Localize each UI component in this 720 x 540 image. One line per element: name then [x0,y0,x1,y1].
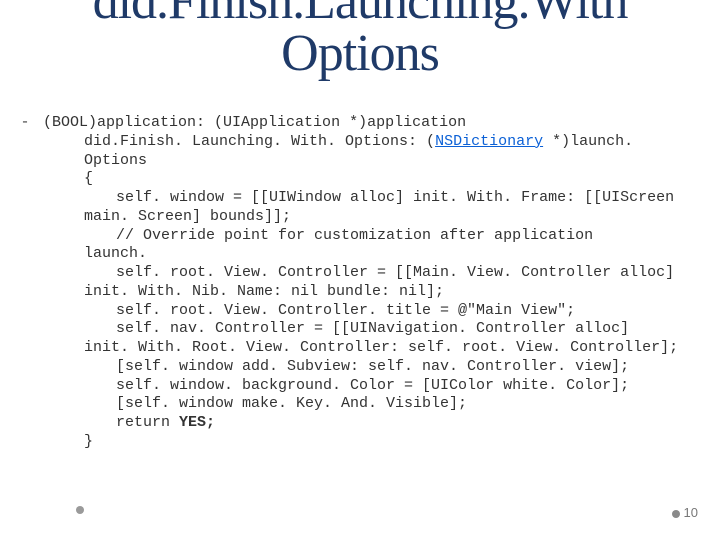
brace-open: { [16,170,680,189]
code-line-1b: main. Screen] bounds]]; [16,208,680,227]
method-signature-1: (BOOL)application: (UIApplication *)appl… [43,114,466,131]
code-block: - (BOOL)application: (UIApplication *)ap… [0,104,720,452]
brace-close: } [16,433,680,452]
return-value: YES; [179,414,215,431]
title-line-2: Options [281,25,439,82]
code-line-8: [self. window make. Key. And. Visible]; [16,395,680,414]
decorative-dot-icon [76,506,84,514]
code-line-2b: launch. [16,245,680,264]
code-line-4: self. root. View. Controller. title = @"… [16,302,680,321]
code-line-3: self. root. View. Controller = [[Main. V… [16,264,680,283]
bullet-dash: - [16,114,34,133]
method-signature-2a: did.Finish. Launching. With. Options: ( [84,133,435,150]
nsdictionary-link[interactable]: NSDictionary [435,133,543,150]
page-dot-icon [672,510,680,518]
code-line-1: self. window = [[UIWindow alloc] init. W… [16,189,680,208]
code-line-7: self. window. background. Color = [UICol… [16,377,680,396]
page-number: 10 [672,505,698,520]
return-keyword: return [116,414,179,431]
page-number-value: 10 [684,505,698,520]
code-line-5: self. nav. Controller = [[UINavigation. … [16,320,680,339]
code-line-3b: init. With. Nib. Name: nil bundle: nil]; [16,283,680,302]
code-line-5b: init. With. Root. View. Controller: self… [16,339,680,358]
slide-title: did.Finish.Launching.With Options [0,0,720,80]
code-line-2: // Override point for customization afte… [16,227,680,246]
code-line-6: [self. window add. Subview: self. nav. C… [16,358,680,377]
